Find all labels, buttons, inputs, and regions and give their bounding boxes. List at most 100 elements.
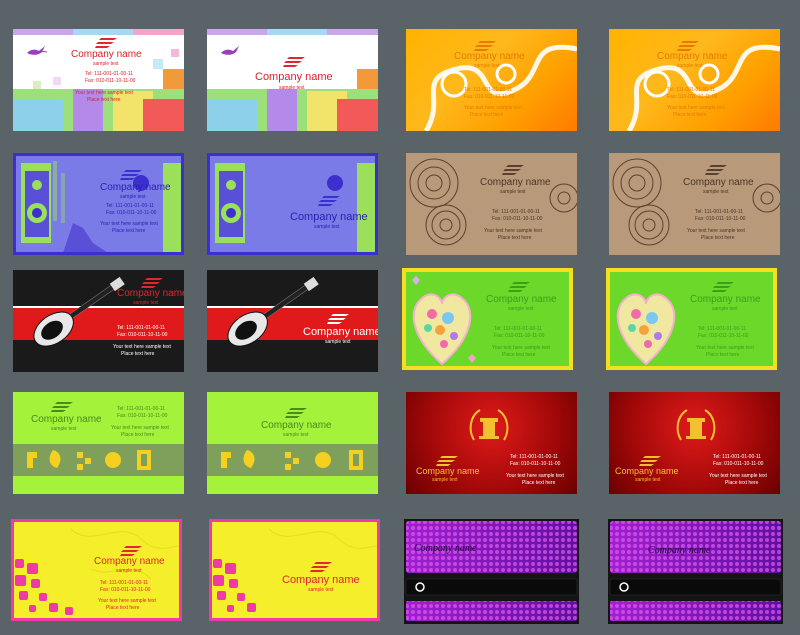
phone-number: Tel: 111-001-01-00-11 bbox=[106, 203, 155, 209]
lime-icons-business-card: Company name sample text Tel: 111-001-01… bbox=[13, 392, 184, 494]
sample-text: sample text bbox=[712, 306, 738, 312]
company-logo-icon bbox=[712, 282, 734, 292]
phone-number: Tel: 111-001-01-00-11 bbox=[492, 209, 541, 215]
phone-number: Tel: 111-001-01-00-11 bbox=[667, 87, 716, 93]
sample-text: sample text bbox=[51, 426, 77, 432]
phone-number: Tel: 111-001-01-00-11 bbox=[713, 454, 762, 460]
company-name: Company name bbox=[486, 294, 557, 305]
place-text-line: Place text here bbox=[106, 605, 140, 611]
company-name: Company name bbox=[290, 211, 368, 223]
speaker-grunge-illustration bbox=[215, 163, 375, 252]
company-name: Company name bbox=[657, 51, 728, 62]
classic-column-business-card: Company name sample text Tel: 111-001-01… bbox=[406, 392, 577, 494]
phone-number: Tel: 111-001-01-00-11 bbox=[85, 71, 134, 77]
purple-dots-business-card: Company name bbox=[404, 519, 579, 624]
laurel-column-emblem-icon bbox=[469, 409, 509, 441]
purple-halftone-decoration bbox=[609, 521, 782, 621]
heart-pattern-illustration bbox=[412, 276, 476, 366]
pixel-business-card-variant: Company name sample text bbox=[207, 29, 378, 131]
company-name: Company name bbox=[100, 182, 171, 193]
company-logo-icon bbox=[95, 38, 117, 48]
speaker-business-card-variant: Company name sample text bbox=[207, 153, 378, 255]
place-text-line: Place text here bbox=[673, 112, 707, 118]
hummingbird-icon bbox=[221, 46, 239, 55]
company-logo-icon bbox=[310, 562, 332, 572]
company-name: Company name bbox=[416, 466, 480, 476]
speaker-business-card: Company name sample text Tel: 111-001-01… bbox=[13, 153, 184, 255]
company-name: Company name bbox=[615, 466, 679, 476]
phone-number: Tel: 111-001-01-00-11 bbox=[695, 209, 744, 215]
laurel-column-emblem-icon bbox=[676, 409, 716, 441]
address-line: Your text here sample text bbox=[464, 105, 522, 111]
address-line: Your text here sample text bbox=[492, 345, 550, 351]
company-logo-icon bbox=[436, 456, 458, 466]
business-card-collection: { "colors": { "background": "#5a6468", "… bbox=[0, 0, 800, 635]
heart-business-card-variant: Company name sample text Tel: 111-001-01… bbox=[606, 268, 777, 370]
guitar-business-card: Company name sample text Tel: 111-001-01… bbox=[13, 270, 184, 372]
company-logo-icon bbox=[327, 314, 349, 324]
flower-line-art-decoration bbox=[409, 158, 577, 246]
place-text-line: Place text here bbox=[706, 352, 740, 358]
company-logo-icon bbox=[51, 402, 73, 412]
company-logo-icon bbox=[318, 196, 340, 206]
sample-text: sample text bbox=[432, 477, 458, 483]
place-text-line: Place text here bbox=[112, 228, 146, 234]
company-logo-icon bbox=[120, 170, 142, 180]
company-logo-icon bbox=[474, 41, 496, 51]
address-line: Your text here sample text bbox=[75, 90, 133, 96]
company-logo-icon bbox=[120, 546, 142, 556]
phone-number: Tel: 111-001-01-00-11 bbox=[117, 406, 166, 412]
flower-business-card: Company name sample text Tel: 111-001-01… bbox=[406, 153, 577, 255]
hummingbird-icon bbox=[27, 46, 47, 55]
yellow-squares-business-card: Company name sample text Tel: 111-001-01… bbox=[11, 519, 182, 621]
address-line: Your text here sample text bbox=[506, 473, 564, 479]
company-logo-icon bbox=[639, 456, 661, 466]
fax-number: Fax: 010-011-10-11-00 bbox=[667, 94, 718, 100]
place-text-line: Place text here bbox=[701, 235, 735, 241]
pink-squares-decoration bbox=[15, 528, 179, 615]
fax-number: Fax: 010-011-10-11-00 bbox=[100, 587, 151, 593]
sample-text: sample text bbox=[314, 224, 340, 230]
fax-number: Fax: 010-011-10-11-00 bbox=[510, 461, 561, 467]
company-name: Company name bbox=[648, 545, 711, 556]
heart-business-card: Company name sample text Tel: 111-001-01… bbox=[402, 268, 573, 370]
address-line: Your text here sample text bbox=[100, 221, 158, 227]
company-logo-icon bbox=[283, 57, 305, 67]
sample-text: sample text bbox=[133, 300, 159, 306]
address-line: Your text here sample text bbox=[113, 344, 171, 350]
pink-squares-decoration bbox=[213, 528, 377, 612]
ribbon-business-card-variant: Company name sample text Tel: 111-001-01… bbox=[609, 29, 780, 131]
heart-pattern-illustration bbox=[616, 293, 676, 366]
phone-number: Tel: 111-001-01-00-11 bbox=[100, 580, 149, 586]
phone-number: Tel: 111-001-01-00-11 bbox=[510, 454, 559, 460]
phone-number: Tel: 111-001-01-00-11 bbox=[698, 326, 747, 332]
sample-text: sample text bbox=[508, 306, 534, 312]
flower-line-art-decoration bbox=[612, 158, 780, 246]
place-text-line: Place text here bbox=[470, 112, 504, 118]
company-logo-icon bbox=[285, 408, 307, 418]
fax-number: Fax: 010-011-10-11-00 bbox=[695, 216, 746, 222]
company-logo-icon bbox=[677, 41, 699, 51]
company-name: Company name bbox=[480, 177, 551, 188]
fax-number: Fax: 010-011-10-11-00 bbox=[464, 94, 515, 100]
company-name: Company name bbox=[71, 49, 142, 60]
company-name: Company name bbox=[690, 294, 761, 305]
company-name: Company name bbox=[683, 177, 754, 188]
fax-number: Fax: 010-011-10-11-00 bbox=[494, 333, 545, 339]
sample-text: sample text bbox=[120, 194, 146, 200]
company-name: Company name bbox=[261, 420, 332, 431]
address-line: Your text here sample text bbox=[484, 228, 542, 234]
purple-halftone-decoration bbox=[405, 521, 578, 621]
phone-number: Tel: 111-001-01-00-11 bbox=[464, 87, 513, 93]
place-text-line: Place text here bbox=[725, 480, 759, 486]
place-text-line: Place text here bbox=[502, 352, 536, 358]
company-name: Company name bbox=[31, 414, 102, 425]
place-text-line: Place text here bbox=[121, 351, 155, 357]
place-text-line: Place text here bbox=[87, 97, 121, 103]
pixel-business-card: Company name sample text Tel: 111-001-01… bbox=[13, 29, 184, 131]
fax-number: Fax: 010-011-10-11-00 bbox=[492, 216, 543, 222]
lime-icons-business-card-variant: Company name sample text bbox=[207, 392, 378, 494]
sample-text: sample text bbox=[500, 189, 526, 195]
fax-number: Fax: 010-011-10-11-00 bbox=[117, 332, 168, 338]
address-line: Your text here sample text bbox=[709, 473, 767, 479]
